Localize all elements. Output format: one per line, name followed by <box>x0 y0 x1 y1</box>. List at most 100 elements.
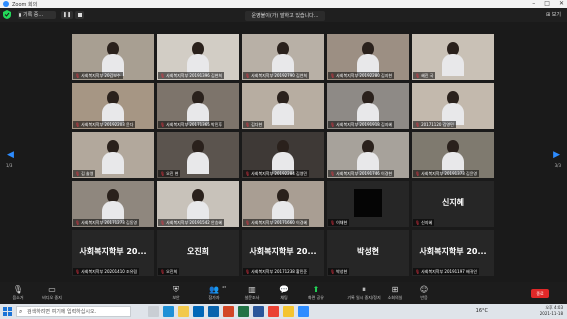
participant-name: 김다현 <box>251 122 263 127</box>
close-icon[interactable]: ✕ <box>559 0 564 8</box>
muted-microphone-icon: 🎙 <box>160 269 166 274</box>
participant-name: 사회복지학부 20192790 김연희 <box>251 73 308 78</box>
participant-tile[interactable]: 🎙사회복지학부 20191746 이경현 <box>327 132 409 178</box>
participant-name: 사회복지학부 20191396 김현희 <box>166 73 223 78</box>
participant-tile[interactable]: 사회복지학부 20... 🎙사회복지학부 20171238 황민준 <box>242 230 324 276</box>
polls-button[interactable]: ▥ 설문조사 <box>234 284 270 301</box>
participant-name: 사회복지학부 20191746 이경현 <box>336 171 393 176</box>
participant-tile[interactable]: 🎙사회복지학부 20192284 김영민 <box>242 132 324 178</box>
minimize-icon[interactable]: – <box>532 0 535 8</box>
taskbar-search-input[interactable]: ⌕ 검색하려면 여기에 입력하십시오. <box>16 306 131 317</box>
file-explorer-icon[interactable] <box>178 306 189 317</box>
participant-display-name: 사회복지학부 20... <box>79 247 147 256</box>
stop-recording-button[interactable] <box>75 11 84 19</box>
maximize-icon[interactable]: □ <box>544 0 550 8</box>
participant-tile[interactable]: 🎙사회복지학부 20191396 김현희 <box>157 34 239 80</box>
chat-button[interactable]: 💬 채팅 <box>266 284 302 301</box>
share-screen-button[interactable]: ⬆ 화면 공유 <box>298 284 334 301</box>
participants-button[interactable]: 👥 43 참가자 <box>196 284 232 301</box>
participant-tile[interactable]: 오진희 🎙오진희 <box>157 230 239 276</box>
participant-nameplate: 🎙사회복지학부 20192280 김지현 <box>328 72 395 79</box>
participant-tile[interactable]: 🎙사회복지학부 20김보수 <box>72 34 154 80</box>
grid-icon: ⊞ <box>546 12 551 18</box>
security-button[interactable]: ⛨ 보안 <box>158 284 194 301</box>
zoom-app-icon[interactable] <box>298 306 309 317</box>
participant-tile[interactable]: 🎙사회복지학부 20171365 박민후 <box>157 83 239 129</box>
participant-video <box>187 91 209 125</box>
polls-chart-icon: ▥ <box>248 285 256 294</box>
clock-date[interactable]: 2021-11-18 <box>540 311 563 317</box>
participant-tile[interactable]: 🎙사회복지학부 20192203 윤다 <box>72 83 154 129</box>
participant-tile[interactable]: 사회복지학부 20... 🎙사회복지학부 20191197 배귀인 <box>412 230 494 276</box>
participant-nameplate: 🎙사회복지학부 20171238 황민준 <box>243 268 310 275</box>
task-view-icon[interactable] <box>148 306 159 317</box>
security-label: 보안 <box>172 295 180 300</box>
recording-status-banner: 운영불이(가) 발하고 있습니다... <box>245 11 325 21</box>
participant-nameplate: 🎙사회복지학부 20171660 이경혜 <box>243 219 310 226</box>
participant-video <box>442 91 464 125</box>
participant-nameplate: 🎙사회복지학부 20192790 김연희 <box>243 72 310 79</box>
participant-tile[interactable]: 박성현 🎙박성현 <box>327 230 409 276</box>
participant-name: 사회복지학부 20171273 김동영 <box>81 220 138 225</box>
participant-tile[interactable]: 🎙사회복지학부 20191373 김윤영 <box>412 132 494 178</box>
zoom-logo-icon <box>3 1 9 7</box>
participant-tile[interactable]: 🎙김다현 <box>242 83 324 129</box>
participant-nameplate: 🎙오진 현 <box>158 170 181 177</box>
participant-tile[interactable]: 사회복지학부 20... 🎙사회복지학부 20201410 조유림 <box>72 230 154 276</box>
participant-tile[interactable]: 🎙20171120 김영민 <box>412 83 494 129</box>
participant-tile[interactable]: 신지혜 🎙신지혜 <box>412 181 494 227</box>
participant-tile[interactable]: 🎙사회복지학부 20171273 김동영 <box>72 181 154 227</box>
muted-microphone-icon: 🎙 <box>75 269 81 274</box>
participants-label: 참가자 <box>208 295 220 300</box>
muted-microphone-icon: 🎙 <box>245 269 251 274</box>
window-title: Zoom 회의 <box>12 1 38 8</box>
excel-icon[interactable] <box>238 306 249 317</box>
participant-tile[interactable]: 🎙혜진 국 <box>412 34 494 80</box>
security-shield-icon: ⛨ <box>173 285 179 294</box>
mute-button[interactable]: 🎙 음소거 <box>0 284 36 301</box>
participant-video <box>357 42 379 76</box>
participants-count-badge: 43 <box>222 285 226 289</box>
powerpoint-icon[interactable] <box>223 306 234 317</box>
participant-name: 신지혜 <box>421 220 433 225</box>
reactions-label: 반응 <box>420 295 428 300</box>
shield-icon[interactable] <box>3 10 11 19</box>
next-page-arrow-icon[interactable]: ▶ <box>553 150 560 160</box>
previous-page-arrow-icon[interactable]: ◀ <box>7 150 14 160</box>
participant-tile[interactable]: 🎙사회복지학부 20191918 김지혜 <box>327 83 409 129</box>
participant-tile[interactable]: 🎙김 솔영 <box>72 132 154 178</box>
store-icon[interactable] <box>193 306 204 317</box>
participant-tile[interactable]: 🎙사회복지학부 20171660 이경혜 <box>242 181 324 227</box>
participant-tile[interactable]: 🎙사회복지학부 20192280 김지현 <box>327 34 409 80</box>
mail-icon[interactable] <box>208 306 219 317</box>
view-button[interactable]: ⊞ 보기 <box>546 11 561 18</box>
participant-nameplate: 🎙사회복지학부 20191197 배귀인 <box>413 268 480 275</box>
participant-tile[interactable]: 🎙사회복지학부 20192790 김연희 <box>242 34 324 80</box>
windows-start-icon[interactable] <box>3 307 12 316</box>
participant-tile[interactable]: 🎙오진 현 <box>157 132 239 178</box>
participant-nameplate: 🎙사회복지학부 20191542 안승혜 <box>158 219 225 226</box>
participant-name: 오진 현 <box>166 171 179 176</box>
participant-name: 이채현 <box>336 220 348 225</box>
edge-browser-icon[interactable] <box>163 306 174 317</box>
muted-microphone-icon: 🎙 <box>415 220 421 225</box>
mute-label: 음소거 <box>12 295 24 300</box>
muted-microphone-icon: 🎙 <box>330 73 336 78</box>
share-screen-icon: ⬆ <box>312 285 320 294</box>
reactions-button[interactable]: ☺ 반응 <box>406 284 442 301</box>
window-controls: – □ ✕ <box>532 0 564 8</box>
word-icon[interactable] <box>253 306 264 317</box>
participant-tile[interactable]: 🎙이채현 <box>327 181 409 227</box>
participant-name: 사회복지학부 20192203 윤다 <box>81 122 134 127</box>
kakaotalk-icon[interactable] <box>283 306 294 317</box>
page-indicator-left: 1/3 <box>6 163 13 168</box>
pause-recording-button[interactable]: ❚❚ <box>61 11 73 19</box>
participant-video-off <box>354 189 382 217</box>
participant-tile[interactable]: 🎙사회복지학부 20191542 안승혜 <box>157 181 239 227</box>
end-meeting-button[interactable]: 종료 <box>531 289 549 298</box>
participant-nameplate: 🎙혜진 국 <box>413 72 436 79</box>
chrome-icon[interactable] <box>268 306 279 317</box>
stop-video-button[interactable]: ▭ 비디오 중지 <box>34 284 70 301</box>
participant-nameplate: 🎙사회복지학부 20192203 윤다 <box>73 121 136 128</box>
participant-nameplate: 🎙사회복지학부 20201410 조유림 <box>73 268 140 275</box>
